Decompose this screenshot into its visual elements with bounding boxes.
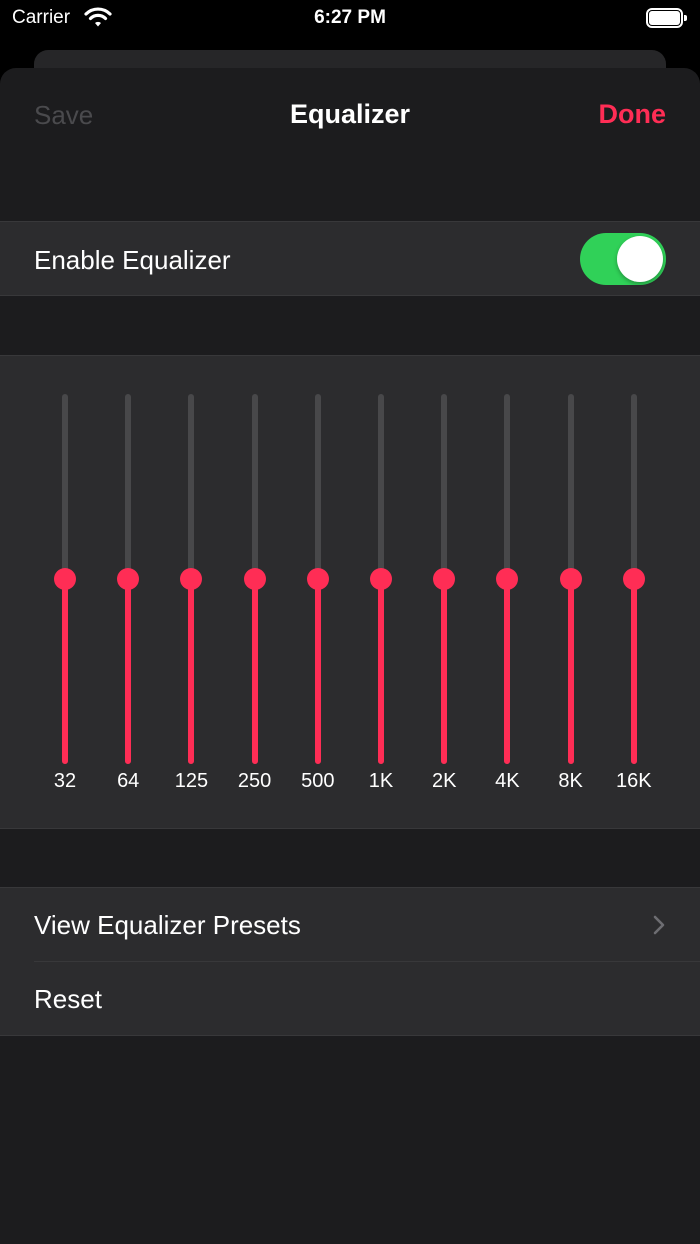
- eq-band-4k: 4K: [477, 356, 537, 830]
- eq-slider-thumb[interactable]: [54, 568, 76, 590]
- enable-equalizer-toggle[interactable]: [580, 233, 666, 285]
- toggle-knob: [617, 236, 663, 282]
- eq-slider-fill: [314, 579, 321, 764]
- status-time: 6:27 PM: [314, 7, 386, 28]
- eq-slider-fill: [504, 579, 511, 764]
- eq-slider-fill: [567, 579, 574, 764]
- eq-band-label: 250: [237, 770, 272, 792]
- eq-slider-thumb[interactable]: [117, 568, 140, 590]
- eq-band-label: 16K: [616, 770, 652, 792]
- eq-slider-fill: [378, 579, 384, 764]
- enable-equalizer-row: Enable Equalizer: [0, 221, 700, 296]
- eq-band-label: 8K: [558, 770, 583, 792]
- page-title: Equalizer: [289, 99, 411, 129]
- battery-icon: [646, 8, 688, 28]
- status-bar: Carrier 6:27 PM: [0, 0, 700, 36]
- eq-slider-thumb[interactable]: [306, 568, 329, 590]
- eq-band-label: 125: [174, 770, 209, 792]
- view-presets-label: View Equalizer Presets: [34, 910, 301, 940]
- eq-slider-thumb[interactable]: [370, 568, 392, 590]
- eq-band-500: 500: [288, 356, 348, 830]
- equalizer-sheet: Save Equalizer Done Enable Equalizer 32 6…: [0, 68, 700, 1244]
- eq-slider-fill: [125, 579, 132, 764]
- eq-slider-thumb[interactable]: [433, 568, 456, 590]
- eq-band-label: 64: [117, 770, 140, 792]
- eq-slider-fill: [188, 579, 195, 764]
- reset-label: Reset: [34, 984, 102, 1014]
- eq-slider-thumb[interactable]: [243, 568, 266, 590]
- nav-bar: Save Equalizer Done: [0, 68, 700, 162]
- equalizer-bands-panel: 32 64 125 250 500 1K 2K 4K 8K 16K: [0, 355, 700, 829]
- enable-equalizer-label: Enable Equalizer: [34, 245, 231, 275]
- eq-band-16k: 16K: [604, 356, 664, 830]
- eq-slider-thumb[interactable]: [559, 568, 582, 590]
- eq-slider-fill: [441, 579, 448, 764]
- eq-band-label: 500: [301, 770, 335, 792]
- eq-band-32: 32: [35, 356, 95, 830]
- reset-row[interactable]: Reset: [0, 962, 700, 1036]
- eq-band-64: 64: [98, 356, 158, 830]
- eq-slider-thumb[interactable]: [496, 568, 519, 590]
- eq-band-2k: 2K: [414, 356, 474, 830]
- eq-band-1k: 1K: [351, 356, 411, 830]
- eq-slider-fill: [630, 579, 637, 764]
- chevron-right-icon: [653, 915, 665, 935]
- eq-band-125: 125: [161, 356, 221, 830]
- actions-group: View Equalizer Presets Reset: [0, 887, 700, 1036]
- eq-slider-fill: [251, 579, 258, 764]
- eq-slider-thumb[interactable]: [622, 568, 645, 590]
- eq-band-label: 32: [53, 770, 77, 792]
- eq-band-8k: 8K: [541, 356, 601, 830]
- eq-band-label: 4K: [495, 770, 520, 792]
- eq-band-250: 250: [225, 356, 285, 830]
- eq-slider-fill: [62, 579, 68, 764]
- eq-band-label: 2K: [431, 770, 457, 792]
- eq-band-label: 1K: [368, 770, 394, 792]
- eq-slider-thumb[interactable]: [180, 568, 203, 590]
- done-button[interactable]: Done: [599, 99, 667, 130]
- view-presets-row[interactable]: View Equalizer Presets: [0, 888, 700, 961]
